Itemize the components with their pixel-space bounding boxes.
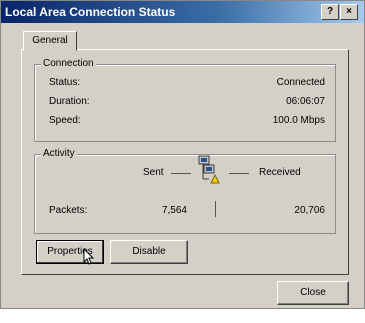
sent-label: Sent [143, 167, 164, 178]
packets-sent-value: 7,564 [161, 205, 187, 216]
status-label: Status: [49, 77, 81, 88]
general-panel: Connection Status: Connected Duration: 0… [21, 49, 349, 275]
speed-value: 100.0 Mbps [272, 115, 325, 126]
help-button[interactable]: ? [321, 4, 339, 20]
packets-divider [215, 201, 216, 217]
title-bar[interactable]: Local Area Connection Status ? × [1, 1, 364, 23]
close-button[interactable]: Close [277, 281, 349, 305]
activity-group: Activity Sent Received Packets: 7,564 20… [34, 148, 336, 234]
packets-label: Packets: [49, 205, 88, 216]
window-title: Local Area Connection Status [5, 5, 176, 19]
sent-line [171, 173, 191, 174]
duration-value: 06:06:07 [286, 96, 325, 107]
packets-received-value: 20,706 [294, 205, 325, 216]
close-window-button[interactable]: × [340, 4, 358, 20]
tab-general[interactable]: General [23, 31, 77, 51]
connection-group-label: Connection [41, 58, 96, 69]
disable-button[interactable]: Disable [110, 240, 188, 264]
status-value: Connected [276, 77, 325, 88]
mouse-cursor-icon [82, 247, 96, 269]
speed-label: Speed: [49, 115, 81, 126]
duration-label: Duration: [49, 96, 90, 107]
network-computers-icon [193, 155, 225, 188]
received-label: Received [259, 167, 301, 178]
received-line [229, 173, 249, 174]
status-dialog: Local Area Connection Status ? × General… [0, 0, 365, 309]
activity-group-label: Activity [41, 148, 77, 159]
connection-group: Connection Status: Connected Duration: 0… [34, 58, 336, 142]
